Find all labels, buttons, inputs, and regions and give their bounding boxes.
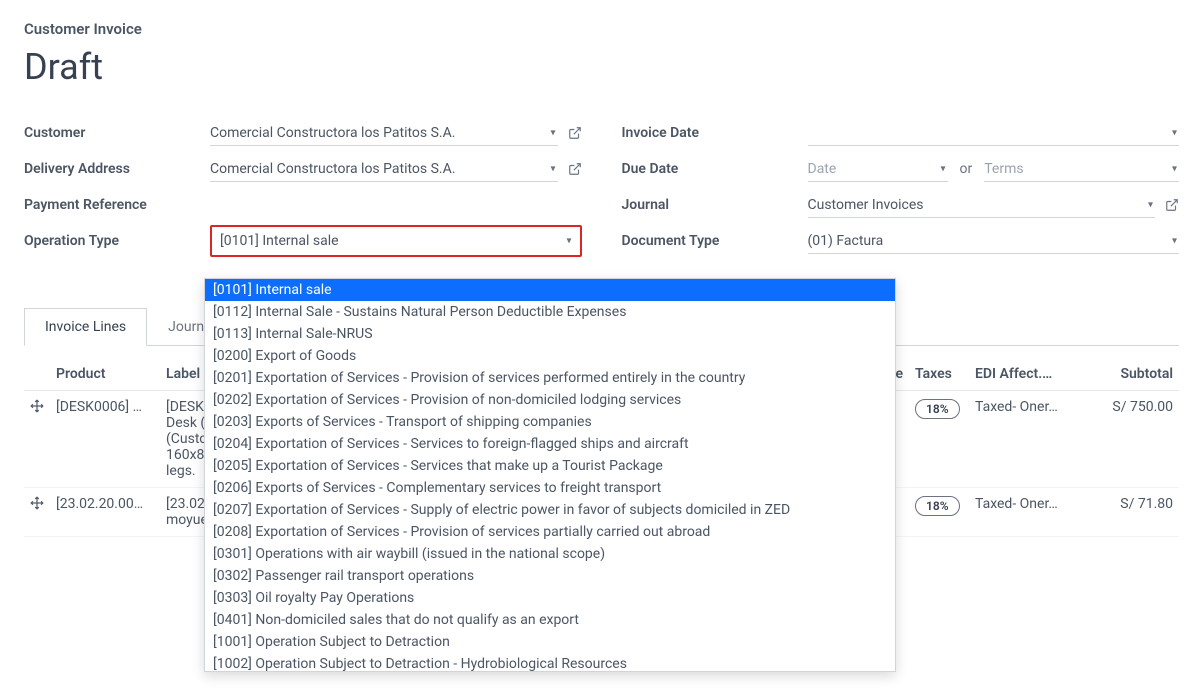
journal-field[interactable]: Customer Invoices	[808, 193, 1156, 218]
operation-type-option[interactable]: [0208] Exportation of Services - Provisi…	[205, 521, 895, 543]
journal-label: Journal	[622, 197, 808, 213]
payment-reference-label: Payment Reference	[24, 197, 210, 213]
operation-type-option[interactable]: [0200] Export of Goods	[205, 345, 895, 367]
tax-badge[interactable]: 18%	[915, 399, 960, 419]
line-subtotal: S/ 750.00	[1079, 391, 1179, 488]
drag-handle-icon[interactable]	[24, 488, 50, 537]
operation-type-option[interactable]: [1001] Operation Subject to Detraction	[205, 631, 895, 653]
operation-type-label: Operation Type	[24, 233, 210, 249]
delivery-address-field[interactable]: Comercial Constructora los Patitos S.A.	[210, 157, 558, 182]
line-edi[interactable]: Taxed- Oner…	[969, 391, 1079, 488]
external-link-icon[interactable]	[568, 162, 582, 176]
due-date-date-field[interactable]: Date	[808, 157, 948, 182]
operation-type-option[interactable]: [0301] Operations with air waybill (issu…	[205, 543, 895, 565]
invoice-date-field[interactable]	[808, 121, 1180, 146]
document-type-field[interactable]: (01) Factura	[808, 229, 1180, 254]
col-edi: EDI Affect.…	[969, 358, 1079, 391]
operation-type-option[interactable]: [1002] Operation Subject to Detraction -…	[205, 653, 895, 672]
operation-type-option[interactable]: [0101] Internal sale	[205, 279, 895, 301]
operation-type-option[interactable]: [0202] Exportation of Services - Provisi…	[205, 389, 895, 411]
operation-type-option[interactable]: [0205] Exportation of Services - Service…	[205, 455, 895, 477]
line-taxes[interactable]: 18%	[909, 391, 969, 488]
operation-type-dropdown[interactable]: [0101] Internal sale[0112] Internal Sale…	[204, 278, 896, 672]
col-product: Product	[50, 358, 160, 391]
operation-type-option[interactable]: [0303] Oil royalty Pay Operations	[205, 587, 895, 609]
invoice-date-label: Invoice Date	[622, 125, 808, 141]
line-taxes[interactable]: 18%	[909, 488, 969, 537]
external-link-icon[interactable]	[1165, 198, 1179, 212]
operation-type-option[interactable]: [0201] Exportation of Services - Provisi…	[205, 367, 895, 389]
external-link-icon[interactable]	[568, 126, 582, 140]
due-date-terms-field[interactable]: Terms	[984, 157, 1179, 182]
delivery-address-label: Delivery Address	[24, 161, 210, 177]
line-product[interactable]: [DESK0006] …	[50, 391, 160, 488]
operation-type-option[interactable]: [0206] Exports of Services - Complementa…	[205, 477, 895, 499]
drag-handle-icon[interactable]	[24, 391, 50, 488]
operation-type-option[interactable]: [0112] Internal Sale - Sustains Natural …	[205, 301, 895, 323]
operation-type-option[interactable]: [0401] Non-domiciled sales that do not q…	[205, 609, 895, 631]
document-type-label: Document Type	[622, 233, 808, 249]
operation-type-option[interactable]: [0207] Exportation of Services - Supply …	[205, 499, 895, 521]
due-date-label: Due Date	[622, 161, 808, 177]
breadcrumb: Customer Invoice	[24, 20, 1179, 38]
or-text: or	[960, 161, 973, 177]
operation-type-option[interactable]: [0204] Exportation of Services - Service…	[205, 433, 895, 455]
line-product[interactable]: [23.02.20.00…	[50, 488, 160, 537]
page-title: Draft	[24, 46, 1179, 88]
customer-field[interactable]: Comercial Constructora los Patitos S.A.	[210, 121, 558, 146]
line-edi[interactable]: Taxed- Oner…	[969, 488, 1079, 537]
col-subtotal: Subtotal	[1079, 358, 1179, 391]
operation-type-option[interactable]: [0203] Exports of Services - Transport o…	[205, 411, 895, 433]
line-subtotal: S/ 71.80	[1079, 488, 1179, 537]
customer-label: Customer	[24, 125, 210, 141]
operation-type-option[interactable]: [0113] Internal Sale-NRUS	[205, 323, 895, 345]
tab-invoice-lines[interactable]: Invoice Lines	[24, 308, 147, 346]
tax-badge[interactable]: 18%	[915, 496, 960, 516]
col-taxes: Taxes	[909, 358, 969, 391]
operation-type-option[interactable]: [0302] Passenger rail transport operatio…	[205, 565, 895, 587]
operation-type-field[interactable]: [0101] Internal sale	[210, 225, 582, 257]
